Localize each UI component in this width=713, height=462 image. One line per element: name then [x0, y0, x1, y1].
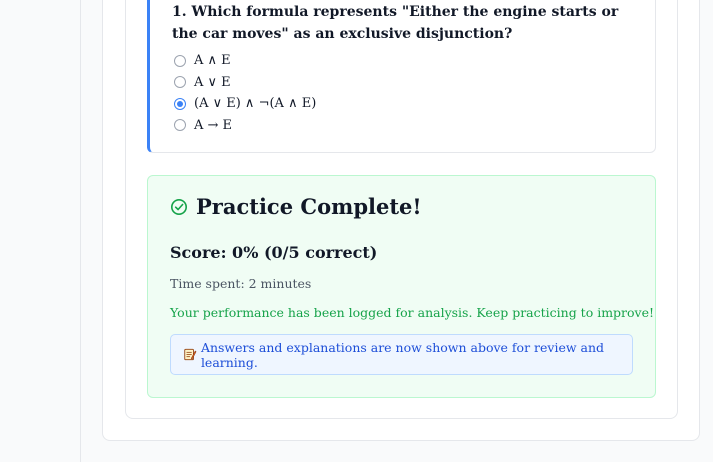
results-card: Practice Complete! Score: 0% (0/5 correc… [147, 175, 656, 398]
option-label: A → E [194, 117, 233, 133]
memo-icon [184, 348, 197, 361]
option-label: A ∧ E [194, 53, 231, 69]
option-a[interactable]: A ∧ E [174, 50, 316, 72]
question-card: 1. Which formula represents "Either the … [147, 0, 656, 153]
option-label: A ∨ E [194, 74, 231, 90]
radio-button[interactable] [174, 76, 186, 89]
radio-button[interactable] [174, 54, 186, 67]
results-title: Practice Complete! [196, 194, 422, 219]
option-label: (A ∨ E) ∧ ¬(A ∧ E) [194, 96, 317, 112]
check-circle-icon [170, 198, 188, 215]
time-spent: Time spent: 2 minutes [170, 276, 312, 291]
radio-button-selected[interactable] [174, 97, 186, 110]
option-c[interactable]: (A ∨ E) ∧ ¬(A ∧ E) [174, 93, 316, 115]
radio-button[interactable] [174, 119, 186, 132]
logged-message: Your performance has been logged for ana… [170, 305, 655, 320]
question-text: 1. Which formula represents "Either the … [172, 4, 619, 42]
left-sidebar [0, 0, 81, 462]
results-header: Practice Complete! [170, 194, 422, 219]
review-text: Answers and explanations are now shown a… [200, 339, 605, 370]
score-text: Score: 0% (0/5 correct) [170, 243, 378, 262]
review-notice: Answers and explanations are now shown a… [170, 334, 633, 375]
option-d[interactable]: A → E [174, 115, 316, 137]
answer-options: A ∧ E A ∨ E (A ∨ E) ∧ ¬(A ∧ E) A → E [174, 50, 316, 136]
option-b[interactable]: A ∨ E [174, 72, 316, 94]
